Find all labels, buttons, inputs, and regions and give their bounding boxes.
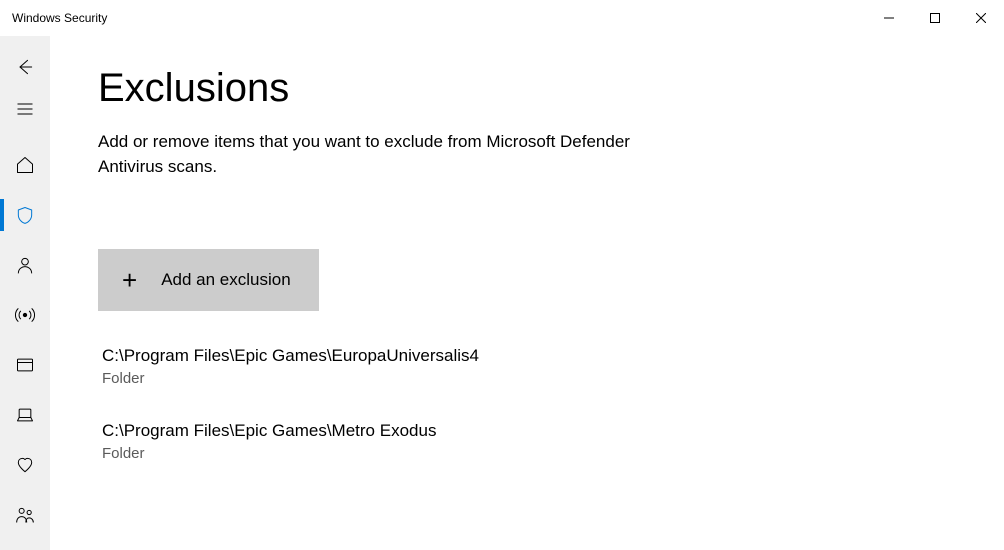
- app-window-icon: [15, 355, 35, 375]
- window-controls: [866, 0, 1004, 36]
- sidebar-item-family-options[interactable]: [0, 490, 50, 540]
- exclusion-item[interactable]: C:\Program Files\Epic Games\EuropaUniver…: [102, 346, 1004, 387]
- close-button[interactable]: [958, 0, 1004, 36]
- back-icon: [15, 57, 35, 77]
- page-subtitle: Add or remove items that you want to exc…: [98, 129, 698, 179]
- sidebar-item-home[interactable]: [0, 140, 50, 190]
- sidebar-item-app-browser-control[interactable]: [0, 340, 50, 390]
- sidebar-item-account-protection[interactable]: [0, 240, 50, 290]
- titlebar: Windows Security: [0, 0, 1004, 36]
- page-title: Exclusions: [98, 66, 1004, 111]
- sidebar-item-device-security[interactable]: [0, 390, 50, 440]
- hamburger-icon: [15, 99, 35, 119]
- home-icon: [15, 155, 35, 175]
- back-button[interactable]: [0, 46, 50, 88]
- add-exclusion-label: Add an exclusion: [161, 270, 290, 290]
- exclusion-item[interactable]: C:\Program Files\Epic Games\Metro Exodus…: [102, 421, 1004, 462]
- exclusion-path: C:\Program Files\Epic Games\EuropaUniver…: [102, 346, 1004, 366]
- maximize-button[interactable]: [912, 0, 958, 36]
- sidebar: [0, 36, 50, 550]
- sidebar-item-device-performance[interactable]: [0, 440, 50, 490]
- sidebar-item-virus-protection[interactable]: [0, 190, 50, 240]
- family-icon: [15, 505, 35, 525]
- sidebar-item-firewall[interactable]: [0, 290, 50, 340]
- minimize-button[interactable]: [866, 0, 912, 36]
- window-title: Windows Security: [12, 11, 107, 25]
- exclusion-type: Folder: [102, 370, 1004, 387]
- laptop-icon: [15, 405, 35, 425]
- exclusion-type: Folder: [102, 445, 1004, 462]
- exclusion-path: C:\Program Files\Epic Games\Metro Exodus: [102, 421, 1004, 441]
- shield-icon: [15, 205, 35, 225]
- add-exclusion-button[interactable]: + Add an exclusion: [98, 249, 319, 311]
- main-content: Exclusions Add or remove items that you …: [50, 36, 1004, 550]
- broadcast-icon: [15, 305, 35, 325]
- menu-button[interactable]: [0, 88, 50, 130]
- plus-icon: +: [122, 267, 137, 293]
- heart-icon: [15, 455, 35, 475]
- person-icon: [15, 255, 35, 275]
